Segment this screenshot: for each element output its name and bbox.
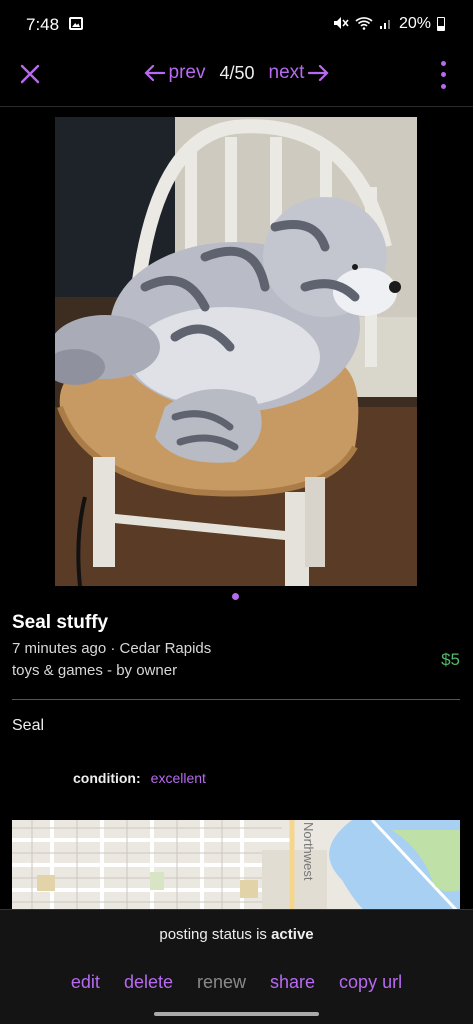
map-tiles: Northwest [12, 820, 460, 914]
page-counter: 4/50 [219, 62, 255, 83]
prev-button[interactable]: prev [143, 62, 206, 84]
bottom-action-bar: posting status is active edit delete ren… [0, 909, 473, 1024]
next-label: next [268, 62, 305, 83]
posting-status-prefix: posting status is [159, 926, 272, 943]
posting-status: posting status is active [0, 926, 473, 943]
attribute-condition: condition: excellent [73, 770, 206, 786]
location-map[interactable]: Northwest [12, 820, 460, 914]
arrow-right-icon [308, 64, 330, 82]
battery-percent: 20% [398, 15, 431, 32]
listing-photo[interactable] [55, 117, 417, 586]
map-street-label: Northwest [301, 822, 316, 881]
home-indicator[interactable] [154, 1012, 319, 1016]
next-button[interactable]: next [269, 62, 331, 84]
listing-title: Seal stuffy [12, 612, 109, 633]
divider [12, 699, 460, 700]
prev-label: prev [168, 62, 206, 83]
renew-button: renew [196, 972, 247, 992]
share-button[interactable]: share [270, 972, 315, 993]
gallery-icon [69, 17, 83, 30]
actions: edit delete renew share copy url [0, 972, 473, 993]
nav-bar: prev 4/50 next [0, 50, 473, 107]
listing-price: $5 [441, 650, 460, 669]
copy-url-button[interactable]: copy url [339, 972, 402, 993]
mute-icon [333, 16, 349, 33]
delete-button[interactable]: delete [124, 972, 173, 993]
listing-meta: 7 minutes ago · Cedar Rapids [12, 640, 212, 657]
listing-category: toys & games - by owner [12, 662, 178, 679]
seal-plush-photo [55, 117, 417, 586]
wifi-icon [355, 16, 373, 33]
arrow-left-icon [143, 64, 165, 82]
photo-indicator-dot[interactable] [232, 593, 239, 600]
posting-status-value: active [271, 926, 314, 943]
attribute-value[interactable]: excellent [151, 770, 206, 786]
edit-button[interactable]: edit [71, 972, 100, 993]
status-bar: 7:48 20% [0, 0, 473, 50]
battery-icon [437, 17, 445, 31]
status-right: 20% [333, 15, 445, 33]
attribute-key: condition: [73, 770, 141, 786]
status-time: 7:48 [26, 15, 60, 34]
signal-icon [379, 16, 393, 33]
pager: prev 4/50 next [0, 62, 473, 84]
more-vertical-icon[interactable] [435, 58, 451, 92]
listing-body: Seal [12, 717, 45, 734]
